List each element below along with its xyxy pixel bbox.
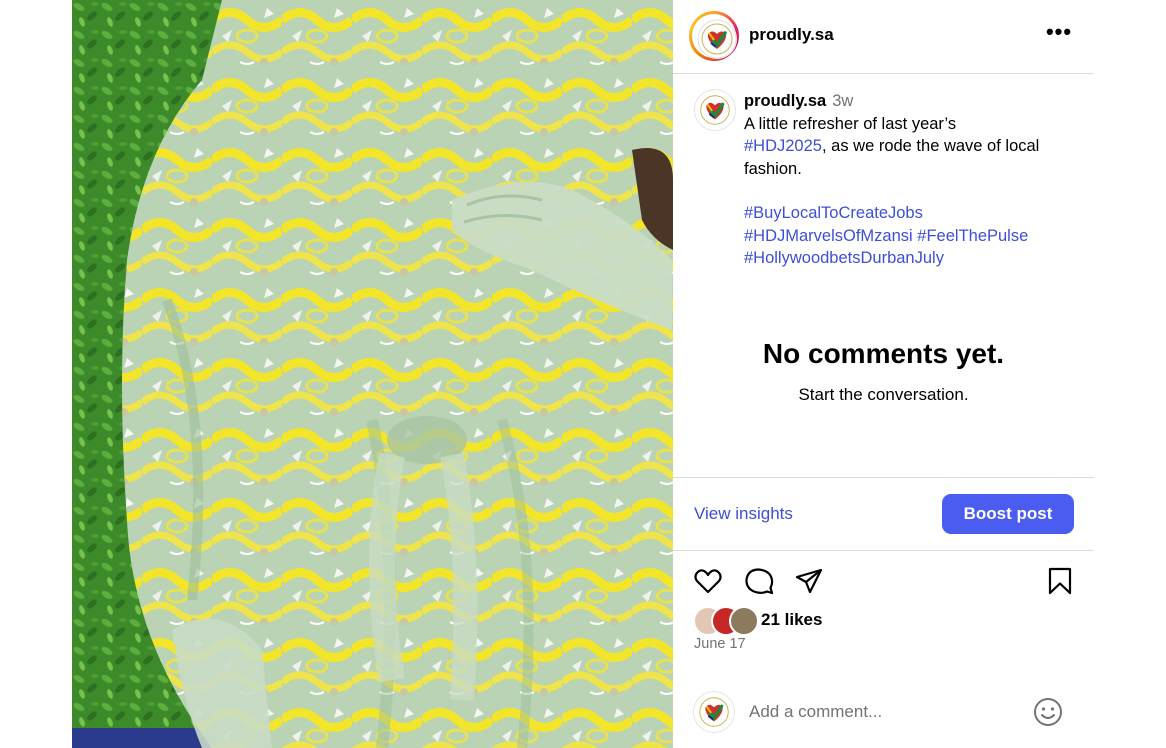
bookmark-icon[interactable] bbox=[1045, 566, 1075, 596]
hashtag-buylocal[interactable]: #BuyLocalToCreateJobs bbox=[744, 204, 923, 222]
more-options-icon[interactable]: ••• bbox=[1045, 21, 1073, 48]
share-icon[interactable] bbox=[794, 566, 824, 596]
commenter-avatar bbox=[693, 691, 735, 733]
post-date[interactable]: June 17 bbox=[694, 636, 746, 652]
caption-text-1: A little refresher of last year’s bbox=[744, 114, 957, 133]
post-header: proudly.sa ••• bbox=[673, 0, 1094, 74]
smiley-icon[interactable] bbox=[1032, 696, 1064, 728]
boost-post-button[interactable]: Boost post bbox=[942, 494, 1074, 534]
hashtag-feelthepulse[interactable]: #FeelThePulse bbox=[917, 227, 1028, 245]
proudly-sa-logo-icon bbox=[697, 19, 737, 59]
header-username[interactable]: proudly.sa bbox=[749, 25, 834, 45]
liker-avatar bbox=[729, 606, 759, 636]
proudly-sa-logo-icon bbox=[696, 91, 734, 129]
no-comments-subtitle: Start the conversation. bbox=[798, 385, 969, 404]
post-image[interactable] bbox=[72, 0, 673, 748]
likes-count[interactable]: 21 likes bbox=[761, 610, 822, 630]
insights-bar: View insights Boost post bbox=[673, 477, 1094, 551]
proudly-sa-logo-icon bbox=[695, 693, 733, 731]
liker-avatars[interactable] bbox=[693, 606, 763, 636]
post-photo bbox=[72, 0, 673, 748]
profile-avatar[interactable] bbox=[689, 11, 739, 61]
no-comments-title: No comments yet. bbox=[762, 338, 1005, 369]
comment-icon[interactable] bbox=[744, 566, 774, 596]
post-caption: proudly.sa 3w A little refresher of last … bbox=[744, 90, 1084, 270]
post-time-ago[interactable]: 3w bbox=[832, 92, 853, 110]
view-insights-link[interactable]: View insights bbox=[694, 504, 793, 524]
hashtag-hdj2025[interactable]: #HDJ2025 bbox=[744, 137, 822, 155]
hashtag-hdjmarvels[interactable]: #HDJMarvelsOfMzansi bbox=[744, 227, 913, 245]
post-detail-panel: proudly.sa ••• proudly.sa 3w A little ref… bbox=[673, 0, 1094, 748]
caption-avatar[interactable] bbox=[694, 89, 736, 131]
hashtag-durbanjuly[interactable]: #HollywoodbetsDurbanJuly bbox=[744, 249, 944, 267]
add-comment-input[interactable] bbox=[749, 698, 1019, 726]
heart-icon[interactable] bbox=[693, 566, 723, 596]
caption-username[interactable]: proudly.sa bbox=[744, 92, 826, 110]
